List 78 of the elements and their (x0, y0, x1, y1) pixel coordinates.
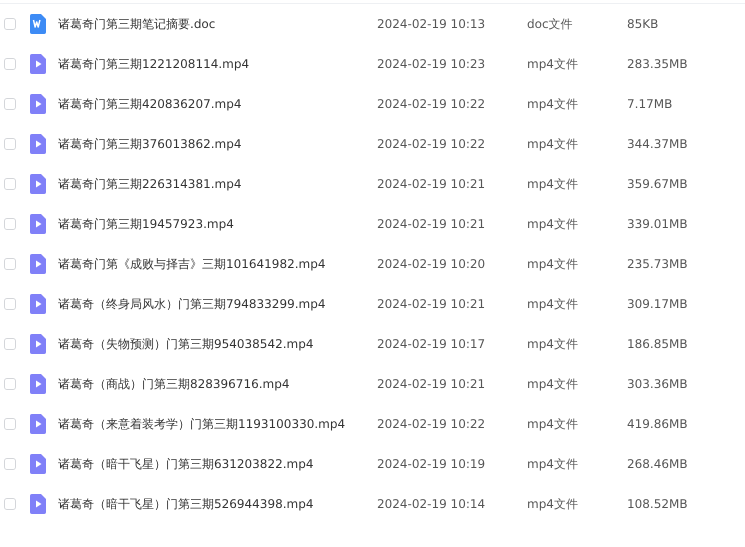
file-type: mp4文件 (527, 176, 579, 192)
file-name[interactable]: 诸葛奇（来意着装考学）门第三期1193100330.mp4 (58, 416, 377, 432)
file-name[interactable]: 诸葛奇门第三期1221208114.mp4 (58, 56, 377, 72)
video-file-icon (30, 254, 46, 274)
file-name[interactable]: 诸葛奇（失物预测）门第三期954038542.mp4 (58, 336, 377, 352)
file-name[interactable]: 诸葛奇门第《成败与择吉》三期101641982.mp4 (58, 256, 377, 272)
file-type: doc文件 (527, 16, 574, 32)
modified-date: 2024-02-19 10:13 (377, 17, 486, 31)
modified-date: 2024-02-19 10:17 (377, 337, 486, 351)
file-name[interactable]: 诸葛奇（暗干飞星）门第三期631203822.mp4 (58, 456, 377, 472)
checkbox[interactable] (4, 418, 16, 430)
modified-date: 2024-02-19 10:22 (377, 97, 486, 111)
file-name[interactable]: 诸葛奇（暗干飞星）门第三期526944398.mp4 (58, 496, 377, 512)
video-file-icon (30, 134, 46, 154)
file-size: 108.52MB (627, 497, 688, 511)
file-type: mp4文件 (527, 376, 579, 392)
file-type: mp4文件 (527, 336, 579, 352)
video-file-icon (30, 454, 46, 474)
modified-date: 2024-02-19 10:20 (377, 257, 486, 271)
file-size: 339.01MB (627, 217, 688, 231)
modified-date: 2024-02-19 10:21 (377, 297, 486, 311)
video-file-icon (30, 174, 46, 194)
checkbox[interactable] (4, 298, 16, 310)
file-type: mp4文件 (527, 136, 579, 152)
file-type: mp4文件 (527, 96, 579, 112)
checkbox[interactable] (4, 58, 16, 70)
file-size: 186.85MB (627, 337, 688, 351)
word-document-icon (30, 14, 46, 34)
file-type: mp4文件 (527, 456, 579, 472)
file-name[interactable]: 诸葛奇门第三期376013862.mp4 (58, 136, 377, 152)
file-type: mp4文件 (527, 256, 579, 272)
video-file-icon (30, 214, 46, 234)
file-size: 283.35MB (627, 57, 688, 71)
modified-date: 2024-02-19 10:22 (377, 417, 486, 431)
file-size: 85KB (627, 17, 658, 31)
modified-date: 2024-02-19 10:22 (377, 137, 486, 151)
video-file-icon (30, 374, 46, 394)
file-name[interactable]: 诸葛奇（终身局风水）门第三期794833299.mp4 (58, 296, 377, 312)
checkbox[interactable] (4, 338, 16, 350)
video-file-icon (30, 294, 46, 314)
checkbox[interactable] (4, 458, 16, 470)
video-file-icon (30, 494, 46, 514)
file-type: mp4文件 (527, 496, 579, 512)
checkbox[interactable] (4, 498, 16, 510)
file-size: 7.17MB (627, 97, 672, 111)
modified-date: 2024-02-19 10:21 (377, 217, 486, 231)
file-size: 235.73MB (627, 257, 688, 271)
file-type: mp4文件 (527, 216, 579, 232)
video-file-icon (30, 54, 46, 74)
file-size: 303.36MB (627, 377, 688, 391)
modified-date: 2024-02-19 10:21 (377, 177, 486, 191)
file-name[interactable]: 诸葛奇门第三期19457923.mp4 (58, 216, 377, 232)
modified-date: 2024-02-19 10:19 (377, 457, 486, 471)
file-type: mp4文件 (527, 416, 579, 432)
checkbox[interactable] (4, 258, 16, 270)
checkbox[interactable] (4, 18, 16, 30)
file-size: 309.17MB (627, 297, 688, 311)
file-name[interactable]: 诸葛奇（商战）门第三期828396716.mp4 (58, 376, 377, 392)
modified-date: 2024-02-19 10:21 (377, 377, 486, 391)
video-file-icon (30, 94, 46, 114)
modified-date: 2024-02-19 10:23 (377, 57, 486, 71)
video-file-icon (30, 414, 46, 434)
file-type: mp4文件 (527, 56, 579, 72)
checkbox[interactable] (4, 98, 16, 110)
file-size: 419.86MB (627, 417, 688, 431)
file-size: 359.67MB (627, 177, 688, 191)
checkbox[interactable] (4, 178, 16, 190)
checkbox[interactable] (4, 138, 16, 150)
video-file-icon (30, 334, 46, 354)
modified-date: 2024-02-19 10:14 (377, 497, 486, 511)
file-name[interactable]: 诸葛奇门第三期226314381.mp4 (58, 176, 377, 192)
file-size: 344.37MB (627, 137, 688, 151)
checkbox[interactable] (4, 218, 16, 230)
file-type: mp4文件 (527, 296, 579, 312)
checkbox[interactable] (4, 378, 16, 390)
file-name[interactable]: 诸葛奇门第三期420836207.mp4 (58, 96, 377, 112)
file-size: 268.46MB (627, 457, 688, 471)
file-name[interactable]: 诸葛奇门第三期笔记摘要.doc (58, 16, 377, 32)
